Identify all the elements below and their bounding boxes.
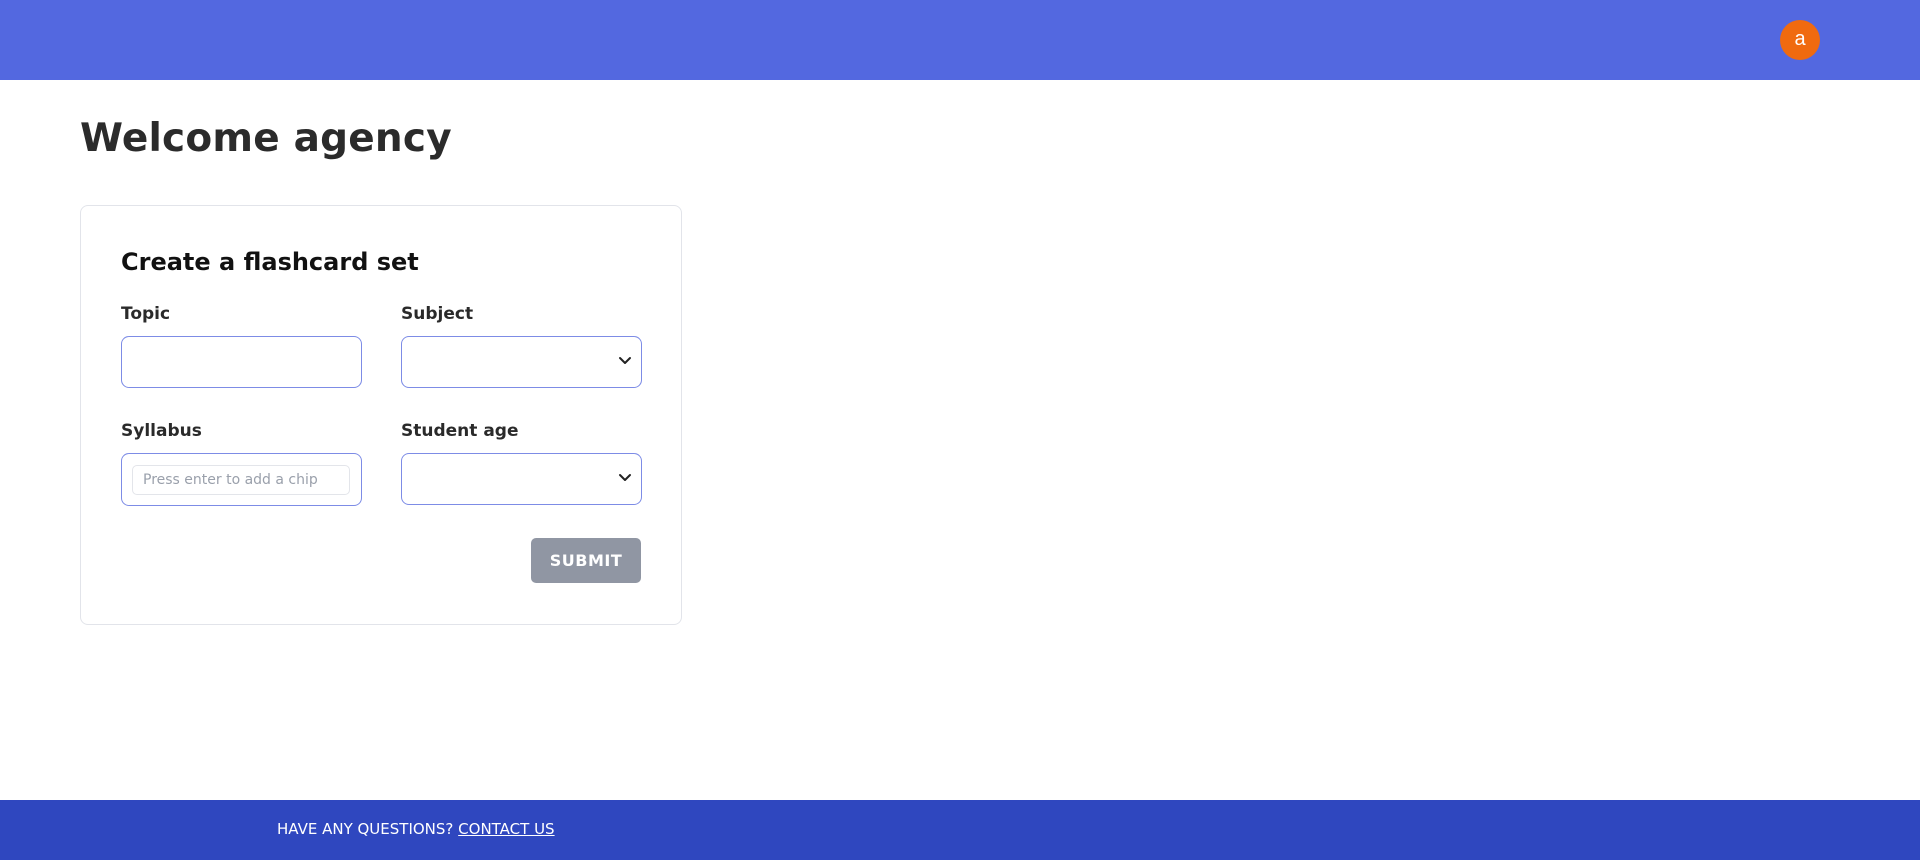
submit-button[interactable]: SUBMIT (531, 538, 641, 583)
syllabus-label: Syllabus (121, 421, 202, 441)
flashcard-form-card: Create a flashcard set Topic Subject Syl… (80, 205, 682, 625)
footer-contact-text: HAVE ANY QUESTIONS? CONTACT US (277, 820, 555, 838)
form-title: Create a flashcard set (121, 248, 419, 276)
topic-label: Topic (121, 304, 171, 324)
topic-input[interactable] (121, 336, 362, 388)
page-title: Welcome agency (80, 116, 452, 161)
user-avatar[interactable]: a (1780, 20, 1820, 60)
top-header: a (0, 0, 1920, 80)
footer: HAVE ANY QUESTIONS? CONTACT US (0, 800, 1920, 860)
student-age-label: Student age (401, 421, 519, 441)
syllabus-chip-input[interactable] (132, 465, 350, 495)
footer-question: HAVE ANY QUESTIONS? (277, 820, 454, 838)
chevron-down-icon (619, 474, 631, 481)
contact-us-link[interactable]: CONTACT US (458, 820, 554, 838)
syllabus-chip-field (121, 453, 362, 506)
subject-label: Subject (401, 304, 474, 324)
chevron-down-icon (619, 357, 631, 364)
student-age-select[interactable] (401, 453, 642, 505)
subject-select[interactable] (401, 336, 642, 388)
